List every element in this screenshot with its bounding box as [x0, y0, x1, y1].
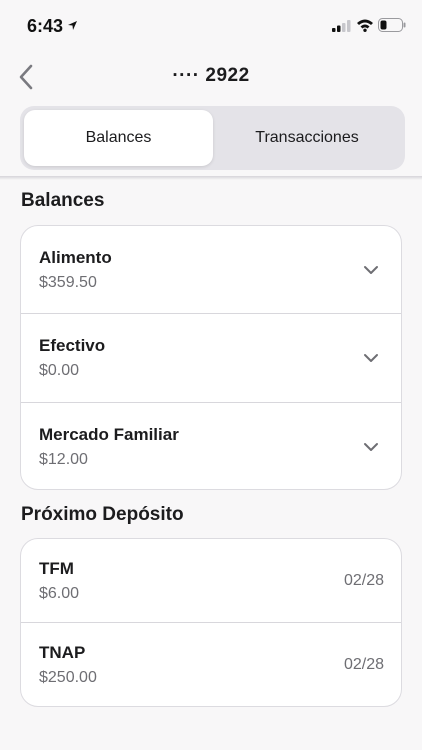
balance-amount: $359.50 [39, 274, 97, 291]
nav-bar: ···· 2922 [0, 52, 422, 102]
deposit-date: 02/28 [343, 572, 384, 589]
chevron-down-icon[interactable] [363, 442, 379, 452]
cellular-signal-icon [332, 20, 351, 32]
balance-name: Efectivo [39, 336, 106, 355]
balance-amount: $0.00 [39, 362, 80, 379]
chevron-down-icon[interactable] [363, 353, 379, 363]
deposit-date: 02/28 [343, 656, 384, 673]
balance-name: Alimento [39, 248, 112, 267]
balance-row-efectivo[interactable]: Efectivo $0.00 [21, 314, 401, 403]
balance-amount: $12.00 [39, 451, 88, 468]
deposits-card: TFM $6.00 02/28 TNAP $250.00 02/28 [20, 538, 402, 707]
battery-icon [378, 18, 406, 32]
status-bar: 6:43 [0, 0, 422, 52]
deposit-amount: $250.00 [39, 669, 97, 686]
location-arrow-icon [68, 21, 77, 30]
wifi-icon [357, 19, 373, 32]
deposit-row-tnap: TNAP $250.00 02/28 [21, 623, 401, 706]
balance-row-mercado-familiar[interactable]: Mercado Familiar $12.00 [21, 403, 401, 489]
segmented-control: Balances Transacciones [20, 106, 405, 170]
status-time: 6:43 [27, 16, 64, 36]
balances-card: Alimento $359.50 Efectivo $0.00 Mercado … [20, 225, 402, 490]
header-divider [0, 176, 422, 180]
balance-name: Mercado Familiar [39, 425, 179, 444]
tab-balances[interactable]: Balances [24, 110, 213, 166]
deposit-name: TFM [39, 559, 74, 578]
balance-row-alimento[interactable]: Alimento $359.50 [21, 226, 401, 314]
balances-section-title: Balances [21, 190, 105, 211]
deposit-amount: $6.00 [39, 585, 80, 602]
deposit-row-tfm: TFM $6.00 02/28 [21, 539, 401, 623]
tab-transacciones[interactable]: Transacciones [213, 110, 401, 166]
deposits-section-title: Próximo Depósito [21, 504, 184, 525]
chevron-down-icon[interactable] [363, 265, 379, 275]
deposit-name: TNAP [39, 643, 86, 662]
page-title: ···· 2922 [172, 65, 250, 86]
